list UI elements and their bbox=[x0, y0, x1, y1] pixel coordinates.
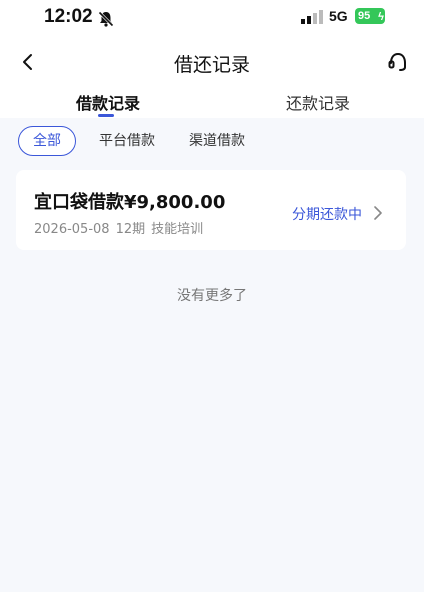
filter-platform-loan[interactable]: 平台借款 bbox=[84, 126, 170, 156]
nav-bar: 借还记录 bbox=[0, 40, 424, 84]
battery-indicator: 95 ϟ bbox=[355, 8, 385, 24]
loan-title: 宜口袋借款¥9,800.00 bbox=[34, 192, 226, 213]
status-time: 12:02 bbox=[44, 6, 93, 27]
battery-level: 95 bbox=[358, 10, 371, 22]
charging-bolt-icon: ϟ bbox=[378, 11, 384, 23]
record-tabs: 借款记录 还款记录 bbox=[0, 84, 424, 118]
loan-meta: 2026-05-08 12期 技能培训 bbox=[34, 218, 209, 237]
active-tab-indicator bbox=[98, 114, 114, 117]
no-more-text: 没有更多了 bbox=[177, 288, 247, 304]
loan-purpose: 技能培训 bbox=[151, 222, 204, 237]
loan-date: 2026-05-08 bbox=[34, 222, 110, 237]
tab-repay-records[interactable]: 还款记录 bbox=[286, 90, 350, 114]
network-type: 5G bbox=[329, 8, 348, 24]
status-bar: 12:02 5G 95 ϟ bbox=[0, 0, 424, 36]
loan-term: 12期 bbox=[115, 222, 146, 237]
loan-status: 分期还款中 bbox=[292, 207, 362, 223]
tab-borrow-records[interactable]: 借款记录 bbox=[76, 90, 140, 114]
headset-icon[interactable] bbox=[384, 48, 412, 76]
records-content: 全部 平台借款 渠道借款 宜口袋借款¥9,800.00 2026-05-08 12… bbox=[0, 118, 424, 592]
bell-muted-icon bbox=[98, 11, 114, 27]
filter-channel-loan[interactable]: 渠道借款 bbox=[174, 126, 260, 156]
signal-icon bbox=[301, 10, 323, 24]
loan-record-card[interactable]: 宜口袋借款¥9,800.00 2026-05-08 12期 技能培训 分期还款中 bbox=[16, 170, 406, 250]
page-title: 借还记录 bbox=[173, 54, 250, 76]
filter-all[interactable]: 全部 bbox=[18, 126, 76, 156]
chevron-right-icon bbox=[374, 206, 382, 220]
